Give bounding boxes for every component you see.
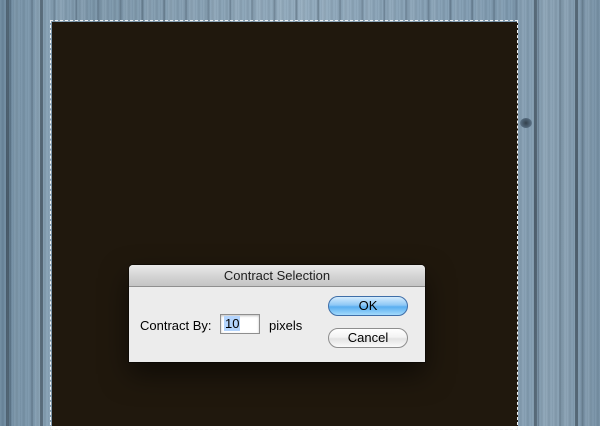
plank-seam <box>575 0 578 426</box>
selection-marquee[interactable] <box>50 20 518 430</box>
document-canvas[interactable] <box>0 0 600 430</box>
contract-by-value: 10 <box>224 316 241 331</box>
contract-by-label: Contract By: <box>140 318 212 333</box>
contract-selection-dialog: Contract Selection Contract By: 10 pixel… <box>129 265 425 362</box>
plank-seam <box>6 0 9 426</box>
contract-by-input[interactable]: 10 <box>220 314 260 334</box>
ok-button[interactable]: OK <box>328 296 408 316</box>
cancel-button[interactable]: Cancel <box>328 328 408 348</box>
plank-seam <box>534 0 537 426</box>
wood-knot <box>520 118 532 128</box>
pixels-unit-label: pixels <box>269 318 303 333</box>
dialog-title[interactable]: Contract Selection <box>129 265 425 287</box>
plank-seam <box>40 0 43 426</box>
